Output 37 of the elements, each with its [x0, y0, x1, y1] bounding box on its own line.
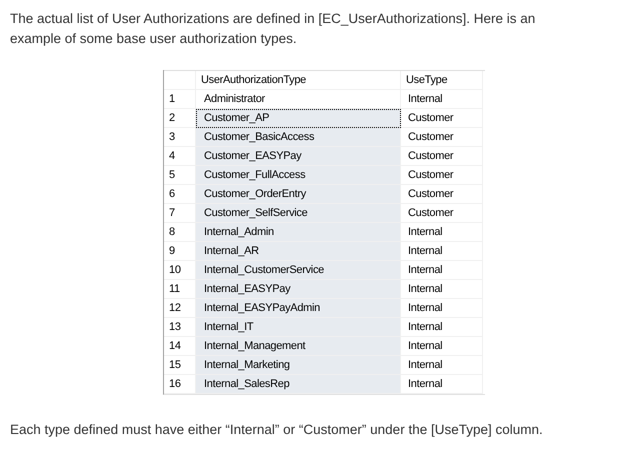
table-cell[interactable]: Internal_Admin — [196, 223, 401, 242]
table-cell[interactable]: Customer_BasicAccess — [196, 128, 401, 147]
table-cell[interactable]: Customer_AP — [196, 109, 401, 128]
table-cell[interactable]: Customer_EASYPay — [196, 147, 401, 166]
table-cell[interactable]: Internal_Marketing — [196, 356, 401, 375]
table-cell[interactable]: Customer — [401, 185, 483, 204]
table-cell[interactable]: Internal_Management — [196, 337, 401, 356]
outro-paragraph: Each type defined must have either “Internal” or “Customer” under the [UseType] column. — [10, 421, 544, 439]
table-cell[interactable]: Customer_FullAccess — [196, 166, 401, 185]
table-cell[interactable]: Internal_EASYPayAdmin — [196, 299, 401, 318]
table-cell[interactable]: Internal — [401, 375, 483, 394]
table-cell[interactable]: Internal — [401, 356, 483, 375]
row-number: 1 — [164, 90, 196, 109]
table-cell[interactable]: Internal — [401, 299, 483, 318]
table-cell[interactable]: Customer — [401, 128, 483, 147]
table-cell[interactable]: Internal_SalesRep — [196, 375, 401, 394]
table-cell[interactable]: Internal_CustomerService — [196, 261, 401, 280]
table-cell[interactable]: Internal — [401, 261, 483, 280]
table-cell[interactable]: Internal_EASYPay — [196, 280, 401, 299]
column-header[interactable]: UserAuthorizationType — [196, 71, 401, 90]
table-cell[interactable]: Internal_IT — [196, 318, 401, 337]
table-cell[interactable]: Internal — [401, 90, 483, 109]
column-header[interactable]: UseType — [401, 71, 483, 90]
corner-header[interactable] — [164, 71, 196, 90]
table-cell[interactable]: Internal — [401, 280, 483, 299]
table-cell[interactable]: Internal_AR — [196, 242, 401, 261]
table-cell[interactable]: Internal — [401, 223, 483, 242]
table-cell[interactable]: Internal — [401, 318, 483, 337]
table-cell[interactable]: Internal — [401, 242, 483, 261]
table-cell[interactable]: Customer — [401, 109, 483, 128]
table-cell[interactable]: Customer — [401, 204, 483, 223]
table-cell[interactable]: Customer_SelfService — [196, 204, 401, 223]
table-cell[interactable]: Internal — [401, 337, 483, 356]
table-cell[interactable]: Customer_OrderEntry — [196, 185, 401, 204]
table-cell[interactable]: Customer — [401, 147, 483, 166]
table-cell[interactable]: Customer — [401, 166, 483, 185]
intro-paragraph: The actual list of User Authorizations are defined in [EC_UserAuthorizations]. Here is an example of some base user authorization types. — [10, 10, 536, 48]
